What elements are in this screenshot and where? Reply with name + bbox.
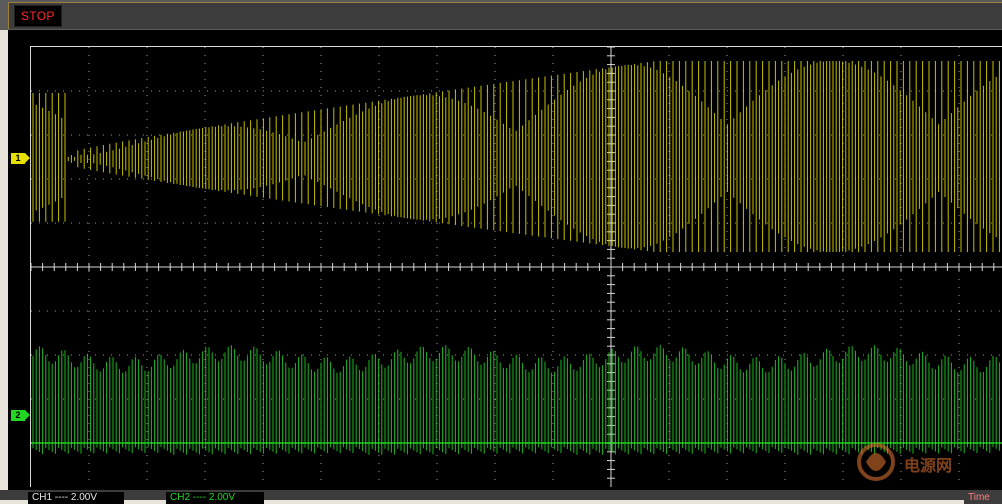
watermark-text: 电源网: [904, 458, 953, 475]
logo-icon: [857, 443, 895, 481]
time-readout[interactable]: Time: [964, 492, 1002, 504]
run-state-indicator[interactable]: STOP: [14, 5, 62, 27]
ch1-ground-marker[interactable]: 1: [11, 153, 30, 164]
status-bar: [0, 490, 1002, 500]
waveform-display[interactable]: [30, 46, 1002, 487]
ch2-waveform: [32, 345, 1000, 455]
watermark: 电源网: [852, 440, 972, 484]
ch2-ground-marker[interactable]: 2: [11, 410, 30, 421]
ch2-readout[interactable]: CH2 ---- 2.00V: [166, 492, 264, 504]
ch1-readout[interactable]: CH1 ---- 2.00V: [28, 492, 124, 504]
toolbar: [0, 0, 1002, 30]
ch1-waveform: [32, 61, 1000, 253]
waveform-canvas: [31, 47, 1002, 487]
toolbar-inner: [8, 2, 1002, 29]
